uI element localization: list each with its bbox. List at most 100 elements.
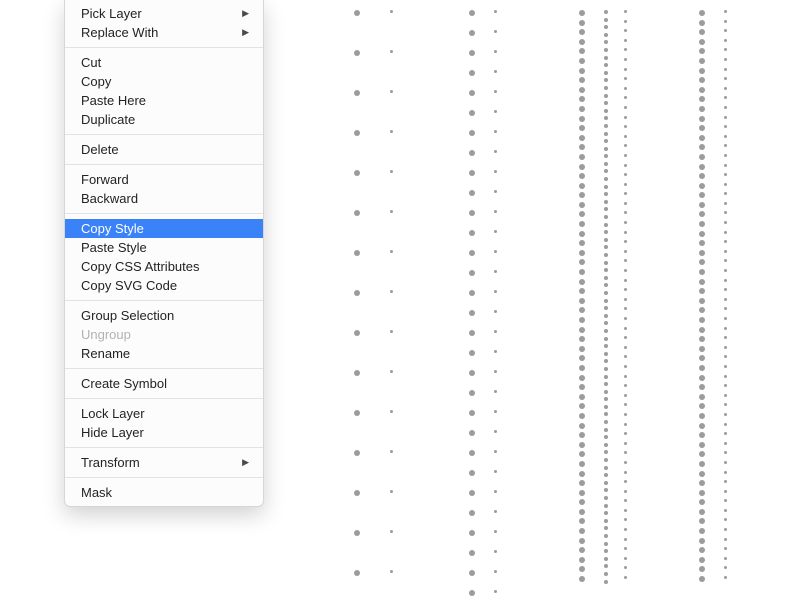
dot (354, 50, 360, 56)
dot (724, 317, 727, 320)
menu-item-copy-style[interactable]: Copy Style (65, 219, 263, 238)
dot (624, 327, 627, 330)
dot (390, 570, 393, 573)
dot (699, 317, 705, 323)
dot (579, 164, 585, 170)
dot (624, 48, 627, 51)
dot (469, 490, 475, 496)
dot (604, 223, 608, 227)
dot (390, 250, 393, 253)
dot (604, 496, 608, 500)
menu-item-mask[interactable]: Mask (65, 483, 263, 502)
dot (390, 450, 393, 453)
dot (699, 461, 705, 467)
dot (604, 124, 608, 128)
dot (579, 106, 585, 112)
menu-item-copy-svg-code[interactable]: Copy SVG Code (65, 276, 263, 295)
dot (604, 359, 608, 363)
dot (579, 279, 585, 285)
menu-item-label: Hide Layer (81, 423, 144, 442)
dot (724, 576, 727, 579)
dot-column (494, 10, 497, 590)
dot (604, 71, 608, 75)
dot (579, 58, 585, 64)
dot (699, 490, 705, 496)
menu-item-delete[interactable]: Delete (65, 140, 263, 159)
menu-item-cut[interactable]: Cut (65, 53, 263, 72)
menu-item-replace-with[interactable]: Replace With▶ (65, 23, 263, 42)
dot (494, 70, 497, 73)
dot (604, 25, 608, 29)
menu-item-transform[interactable]: Transform▶ (65, 453, 263, 472)
dot (724, 490, 727, 493)
dot (469, 470, 475, 476)
dot (494, 330, 497, 333)
menu-item-label: Lock Layer (81, 404, 145, 423)
dot (469, 170, 475, 176)
dot-column (469, 10, 475, 590)
dot (604, 329, 608, 333)
menu-item-paste-here[interactable]: Paste Here (65, 91, 263, 110)
dot (469, 350, 475, 356)
dot (604, 337, 608, 341)
dot (579, 154, 585, 160)
dot (604, 443, 608, 447)
dot (390, 130, 393, 133)
dot (469, 290, 475, 296)
menu-item-duplicate[interactable]: Duplicate (65, 110, 263, 129)
dot (724, 394, 727, 397)
dot (469, 550, 475, 556)
dot-column (624, 10, 627, 590)
dot (604, 268, 608, 272)
menu-item-pick-layer[interactable]: Pick Layer▶ (65, 4, 263, 23)
menu-separator (65, 213, 263, 214)
dot (579, 144, 585, 150)
dot (494, 430, 497, 433)
dot-column (354, 10, 360, 590)
dot (354, 330, 360, 336)
menu-item-backward[interactable]: Backward (65, 189, 263, 208)
dot (579, 538, 585, 544)
dot (469, 330, 475, 336)
menu-item-copy[interactable]: Copy (65, 72, 263, 91)
dot (699, 403, 705, 409)
menu-item-group-selection[interactable]: Group Selection (65, 306, 263, 325)
menu-item-label: Forward (81, 170, 129, 189)
menu-item-label: Paste Here (81, 91, 146, 110)
menu-separator (65, 134, 263, 135)
dot (579, 202, 585, 208)
dot (579, 39, 585, 45)
dot (699, 20, 705, 26)
menu-item-forward[interactable]: Forward (65, 170, 263, 189)
dot (724, 202, 727, 205)
menu-item-create-symbol[interactable]: Create Symbol (65, 374, 263, 393)
menu-separator (65, 47, 263, 48)
dot (624, 557, 627, 560)
dot (604, 283, 608, 287)
dot (579, 96, 585, 102)
dot (579, 20, 585, 26)
dot (604, 572, 608, 576)
dot (579, 183, 585, 189)
dot (604, 382, 608, 386)
menu-item-copy-css-attributes[interactable]: Copy CSS Attributes (65, 257, 263, 276)
dot (604, 481, 608, 485)
dot (724, 365, 727, 368)
dot (604, 367, 608, 371)
dot (624, 365, 627, 368)
dot (624, 576, 627, 579)
dot (699, 192, 705, 198)
dot (604, 139, 608, 143)
menu-item-paste-style[interactable]: Paste Style (65, 238, 263, 257)
dot (724, 480, 727, 483)
dot (699, 211, 705, 217)
dot (624, 77, 627, 80)
menu-item-lock-layer[interactable]: Lock Layer (65, 404, 263, 423)
dot (724, 77, 727, 80)
dot (699, 202, 705, 208)
dot (354, 170, 360, 176)
dot (699, 250, 705, 256)
menu-item-hide-layer[interactable]: Hide Layer (65, 423, 263, 442)
menu-item-label: Replace With (81, 23, 158, 42)
menu-item-rename[interactable]: Rename (65, 344, 263, 363)
